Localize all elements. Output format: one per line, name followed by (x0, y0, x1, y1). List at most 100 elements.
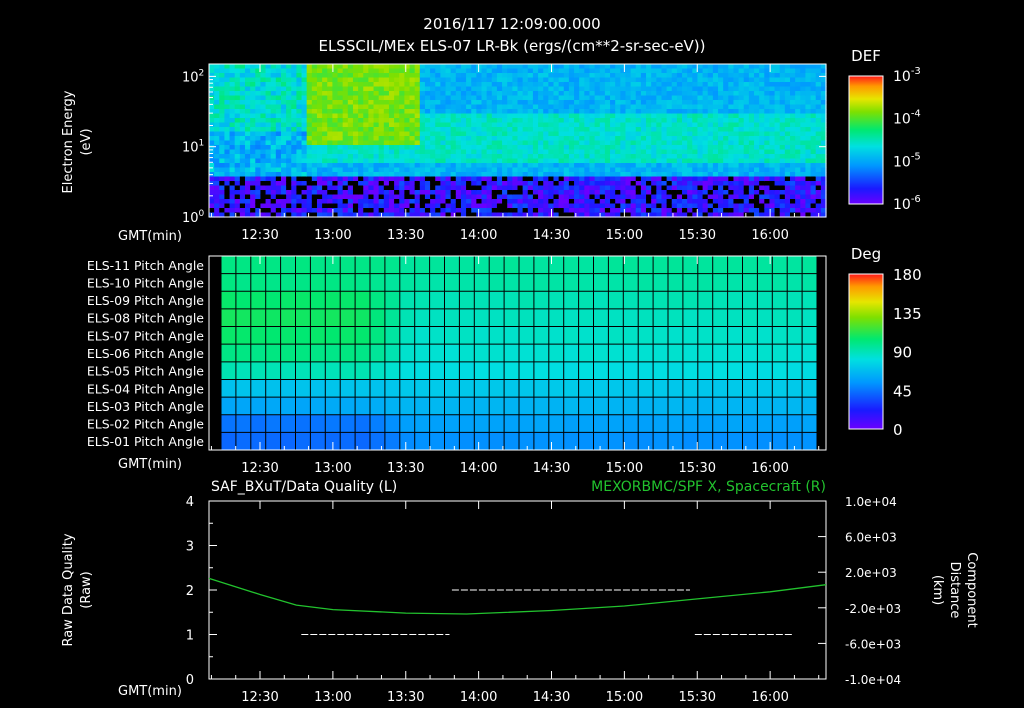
spectrogram-cell (676, 181, 683, 187)
pitch-angle-cell (578, 344, 594, 363)
spectrogram-cell (476, 91, 483, 97)
pitch-angle-cell (355, 291, 371, 310)
spectrogram-cell (651, 122, 657, 128)
spectrogram-cell (748, 122, 755, 128)
spectrogram-cell (707, 64, 714, 70)
spectrogram-cell (219, 149, 226, 155)
spectrogram-cell (651, 113, 657, 119)
def-colorbar-tick-label: 10-5 (893, 151, 921, 170)
spectrogram-cell (394, 145, 400, 151)
pitch-angle-cell (474, 414, 490, 433)
spectrogram-cell (327, 113, 333, 119)
spectrogram-cell (239, 64, 246, 70)
pitch-angle-cell (668, 326, 684, 345)
spectrogram-cell (656, 82, 663, 88)
spectrogram-cell (646, 172, 652, 178)
spectrogram-cell (322, 73, 328, 79)
pitch-angle-cell (593, 256, 609, 275)
spectrogram-cell (625, 82, 632, 88)
spectrogram-cell (286, 136, 292, 142)
spectrogram-cell (342, 77, 349, 83)
spectrogram-cell (445, 203, 452, 209)
spectrogram-cell (640, 194, 647, 200)
spectrogram-cell (347, 203, 354, 209)
spectrogram-cell (682, 145, 688, 151)
spectrogram-cell (394, 176, 400, 182)
spectrogram-cell (440, 113, 447, 119)
spectrogram-cell (224, 181, 231, 187)
spectrogram-cell (574, 131, 580, 137)
spectrogram-cell (378, 122, 385, 128)
spectrogram-cell (255, 95, 262, 101)
spectrogram-cell (496, 208, 503, 214)
spectrogram-cell (805, 109, 812, 115)
spectrogram-cell (712, 190, 719, 196)
spectrogram-cell (666, 181, 673, 187)
spectrogram-cell (640, 199, 647, 205)
spectrogram-cell (712, 95, 719, 101)
pitch-angle-cell (563, 256, 580, 275)
spectrogram-cell (486, 127, 493, 133)
pitch-angle-cell (802, 361, 818, 380)
spectrogram-cell (805, 194, 812, 200)
spectrogram-cell (810, 86, 817, 92)
spectrogram-cell (352, 73, 359, 79)
spectrogram-cell (589, 95, 596, 101)
spectrogram-cell (764, 158, 771, 164)
spectrogram-cell (692, 167, 699, 173)
spectrogram-cell (435, 172, 441, 178)
quality-x-ticks: 12:30 13:00 13:30 14:00 14:30 15:00 15:30 16:00 (210, 501, 820, 705)
spectrogram-cell (584, 109, 591, 115)
spectrogram-cell (764, 203, 771, 209)
spectrogram-cell (435, 199, 441, 205)
spectrogram-cell (244, 68, 251, 74)
pitch-angle-cell (757, 361, 773, 380)
spectrogram-cell (219, 203, 226, 209)
spectrogram-cell (342, 127, 349, 133)
spectrogram-cell (460, 172, 467, 178)
spectrogram-cell (738, 208, 745, 214)
pitch-angle-cell (802, 397, 818, 416)
spectrogram-cell (754, 127, 760, 133)
spectrogram-cell (738, 127, 745, 133)
spectrogram-cell (486, 181, 493, 187)
spectrogram-cell (358, 95, 364, 101)
spectrogram-cell (815, 131, 822, 137)
pitch-angle-cell (235, 291, 252, 310)
spectrogram-cell (424, 208, 431, 214)
spectrogram-cell (671, 158, 678, 164)
spectrogram-cell (491, 145, 498, 151)
spectrogram-cell (805, 185, 812, 191)
spectrogram-cell (301, 100, 308, 106)
spectrogram-cell (651, 95, 657, 101)
spectrogram-cell (430, 176, 436, 182)
spectrogram-cell (723, 136, 729, 142)
spectrogram-cell (322, 199, 328, 205)
spectrogram-cell (661, 185, 668, 191)
spectrogram-cell (286, 140, 292, 146)
pitch-angle-cell (623, 432, 639, 451)
spectrogram-cell (316, 185, 323, 191)
x-tick-label: 15:30 (679, 461, 716, 476)
spectrogram-cell (419, 176, 426, 182)
spectrogram-cell (311, 122, 318, 128)
pitch-angle-cell (668, 379, 684, 398)
pitch-angle-cell (727, 344, 743, 363)
spectrogram-cell (574, 100, 580, 106)
spectrogram-cell (527, 149, 534, 155)
spectrogram-cell (332, 73, 339, 79)
spectrogram-cell (486, 203, 493, 209)
spectrogram-cell (337, 185, 344, 191)
spectrogram-cell (388, 113, 395, 119)
spectrogram-cell (553, 100, 560, 106)
spectrogram-cell (455, 95, 462, 101)
spectrogram-cell (250, 208, 256, 214)
spectrogram-cell (502, 185, 508, 191)
spectrogram-cell (774, 158, 781, 164)
spectrogram-cell (574, 145, 580, 151)
spectrogram-cell (255, 131, 262, 137)
spectrogram-cell (656, 176, 663, 182)
spectrogram-cell (784, 163, 791, 169)
spectrogram-cell (630, 73, 637, 79)
spectrogram-cell (270, 109, 277, 115)
